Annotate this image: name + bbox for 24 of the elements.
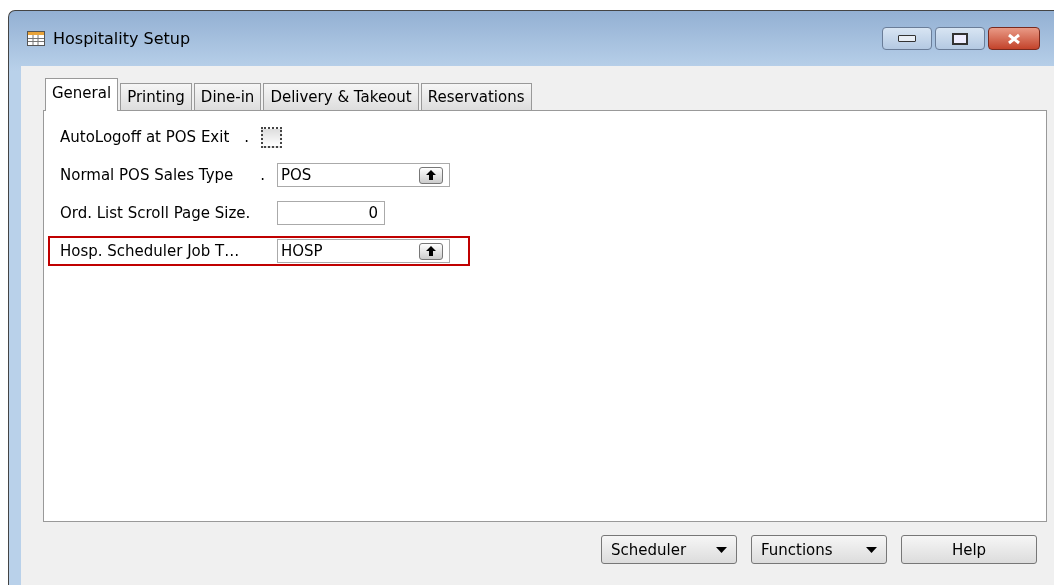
number-field[interactable]: 0 [277, 201, 385, 225]
field-label: AutoLogoff at POS Exit [60, 128, 230, 146]
minimize-button[interactable] [882, 27, 932, 50]
maximize-button[interactable] [935, 27, 985, 50]
close-icon [1006, 32, 1022, 45]
close-button[interactable] [988, 27, 1040, 50]
tab[interactable]: Dine-in [193, 83, 262, 111]
field-label: Ord. List Scroll Page Size. [60, 204, 251, 222]
leader-dot: . [260, 166, 265, 184]
lookup-field[interactable]: POS [277, 163, 450, 187]
field-label: Normal POS Sales Type [60, 166, 234, 184]
tab[interactable]: Reservations [420, 83, 532, 111]
tab[interactable]: General [45, 78, 119, 111]
lookup-field[interactable]: HOSP [277, 239, 450, 263]
menu-button[interactable]: Functions [751, 535, 887, 564]
tab[interactable]: Printing [120, 83, 192, 111]
leader-dot: . [244, 128, 249, 146]
menu-button[interactable]: Scheduler [601, 535, 737, 564]
tab[interactable]: Delivery & Takeout [263, 83, 419, 111]
window-title: Hospitality Setup [53, 29, 191, 48]
table-icon [27, 31, 45, 46]
field-label: Hosp. Scheduler Job T… [60, 242, 240, 260]
help-button[interactable]: Help [901, 535, 1037, 564]
checkbox[interactable] [261, 126, 282, 148]
